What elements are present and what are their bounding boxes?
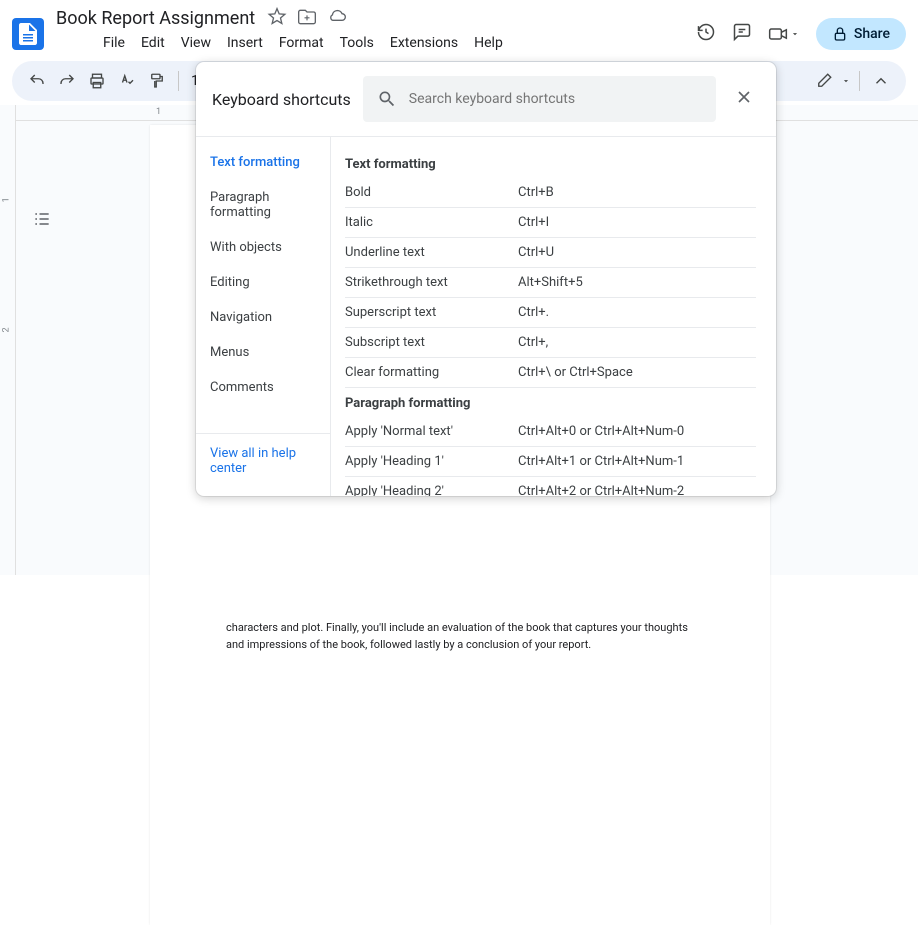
document-body-text: characters and plot. Finally, you'll inc… [226, 620, 694, 653]
menu-file[interactable]: File [96, 31, 132, 55]
help-center-link[interactable]: View all in help center [196, 433, 330, 488]
redo-icon[interactable] [54, 68, 80, 94]
shortcut-key: Alt+Shift+5 [518, 275, 756, 290]
shortcut-name: Apply 'Heading 1' [345, 454, 518, 469]
menu-help[interactable]: Help [467, 31, 510, 55]
shortcut-row: Apply 'Heading 1'Ctrl+Alt+1 or Ctrl+Alt+… [345, 447, 756, 477]
shortcut-name: Italic [345, 215, 518, 230]
shortcut-key: Ctrl+\ or Ctrl+Space [518, 365, 756, 380]
close-button[interactable] [728, 81, 760, 117]
menu-tools[interactable]: Tools [333, 31, 381, 55]
sidebar-item-comments[interactable]: Comments [196, 370, 330, 405]
cloud-status-icon[interactable] [327, 7, 347, 31]
shortcut-row: Strikethrough textAlt+Shift+5 [345, 268, 756, 298]
section-title: Text formatting [345, 149, 756, 178]
toolbar-divider [178, 71, 179, 91]
sidebar-item-paragraph-formatting[interactable]: Paragraph formatting [196, 180, 330, 230]
star-icon[interactable] [267, 7, 287, 31]
shortcut-name: Apply 'Heading 2' [345, 484, 518, 496]
docs-logo-icon[interactable] [12, 18, 44, 50]
shortcut-row: BoldCtrl+B [345, 178, 756, 208]
sidebar-item-menus[interactable]: Menus [196, 335, 330, 370]
menu-edit[interactable]: Edit [134, 31, 172, 55]
video-call-icon[interactable] [768, 24, 800, 44]
shortcut-key: Ctrl+Alt+2 or Ctrl+Alt+Num-2 [518, 484, 756, 496]
shortcut-row: Superscript textCtrl+. [345, 298, 756, 328]
shortcut-row: Apply 'Normal text'Ctrl+Alt+0 or Ctrl+Al… [345, 417, 756, 447]
spellcheck-icon[interactable] [114, 68, 140, 94]
shortcut-row: Subscript textCtrl+, [345, 328, 756, 358]
menubar: FileEditViewInsertFormatToolsExtensionsH… [52, 31, 688, 61]
shortcut-name: Clear formatting [345, 365, 518, 380]
shortcut-key: Ctrl+U [518, 245, 756, 260]
shortcut-key: Ctrl+, [518, 335, 756, 350]
shortcut-row: ItalicCtrl+I [345, 208, 756, 238]
dialog-title: Keyboard shortcuts [212, 90, 351, 109]
toolbar-divider [859, 71, 860, 91]
shortcut-name: Superscript text [345, 305, 518, 320]
outline-toggle-icon[interactable] [28, 205, 56, 233]
share-button[interactable]: Share [816, 18, 906, 50]
collapse-icon[interactable] [868, 68, 894, 94]
vertical-ruler [0, 105, 16, 575]
shortcut-name: Apply 'Normal text' [345, 424, 518, 439]
shortcut-row: Apply 'Heading 2'Ctrl+Alt+2 or Ctrl+Alt+… [345, 477, 756, 496]
shortcuts-content[interactable]: Text formattingBoldCtrl+BItalicCtrl+IUnd… [331, 137, 776, 496]
search-icon [377, 89, 397, 109]
search-input[interactable] [409, 91, 702, 107]
search-box[interactable] [363, 76, 716, 122]
keyboard-shortcuts-dialog: Keyboard shortcuts Text formattingParagr… [196, 62, 776, 496]
undo-icon[interactable] [24, 68, 50, 94]
category-sidebar: Text formattingParagraph formattingWith … [196, 137, 331, 496]
edit-mode-icon[interactable] [811, 68, 837, 94]
history-icon[interactable] [696, 22, 716, 46]
print-icon[interactable] [84, 68, 110, 94]
shortcut-row: Clear formattingCtrl+\ or Ctrl+Space [345, 358, 756, 388]
comment-icon[interactable] [732, 22, 752, 46]
menu-extensions[interactable]: Extensions [383, 31, 465, 55]
shortcut-key: Ctrl+I [518, 215, 756, 230]
shortcut-key: Ctrl+Alt+0 or Ctrl+Alt+Num-0 [518, 424, 756, 439]
shortcut-name: Underline text [345, 245, 518, 260]
shortcut-name: Subscript text [345, 335, 518, 350]
shortcut-key: Ctrl+Alt+1 or Ctrl+Alt+Num-1 [518, 454, 756, 469]
sidebar-item-navigation[interactable]: Navigation [196, 300, 330, 335]
menu-view[interactable]: View [174, 31, 218, 55]
sidebar-item-text-formatting[interactable]: Text formatting [196, 145, 330, 180]
sidebar-item-editing[interactable]: Editing [196, 265, 330, 300]
menu-format[interactable]: Format [272, 31, 331, 55]
close-icon [734, 87, 754, 107]
paint-format-icon[interactable] [144, 68, 170, 94]
move-icon[interactable] [297, 7, 317, 31]
menu-insert[interactable]: Insert [220, 31, 270, 55]
shortcut-row: Underline textCtrl+U [345, 238, 756, 268]
shortcut-key: Ctrl+B [518, 185, 756, 200]
section-title: Paragraph formatting [345, 388, 756, 417]
shortcut-key: Ctrl+. [518, 305, 756, 320]
shortcut-name: Strikethrough text [345, 275, 518, 290]
document-title[interactable]: Book Report Assignment [52, 6, 259, 31]
share-label: Share [854, 26, 890, 42]
shortcut-name: Bold [345, 185, 518, 200]
sidebar-item-with-objects[interactable]: With objects [196, 230, 330, 265]
